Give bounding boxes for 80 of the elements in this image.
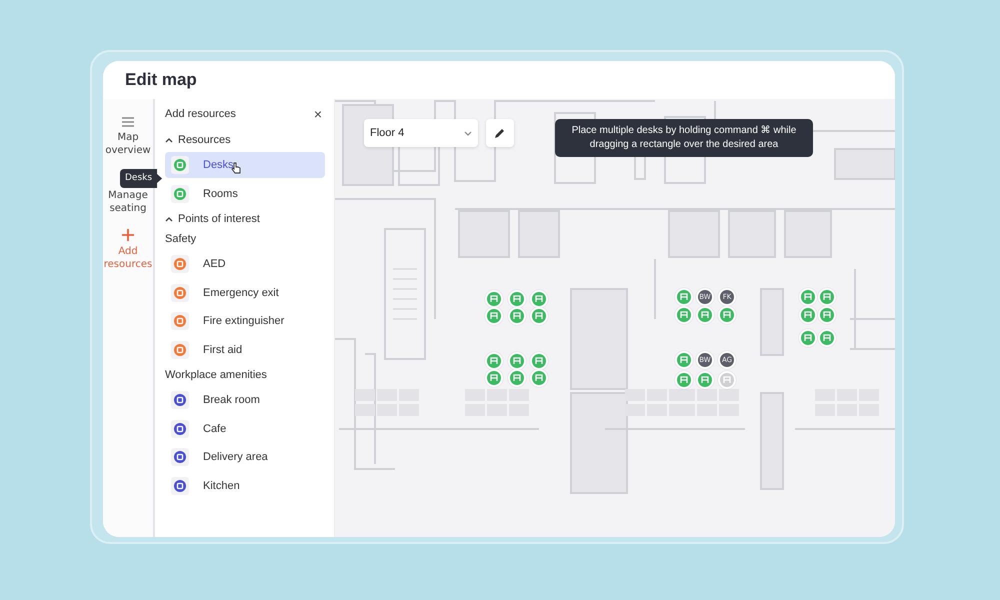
desk-icon: [490, 295, 498, 303]
desk-marker[interactable]: [818, 306, 836, 324]
menu-icon: [122, 117, 134, 127]
resource-item[interactable]: Cafe: [165, 416, 325, 442]
tooltip: Place multiple desks by holding command ⌘ while dragging a rectangle over the desired area: [555, 119, 813, 157]
group-label: Workplace amenities: [165, 368, 268, 383]
desk-marker[interactable]: [818, 329, 836, 347]
desk-icon: [823, 334, 831, 342]
floor-dropdown[interactable]: Floor 4: [364, 119, 478, 147]
desk-marker[interactable]: [718, 306, 736, 324]
desk-icon: [701, 376, 709, 384]
desk-icon: [513, 357, 521, 365]
close-button[interactable]: ×: [312, 106, 324, 122]
desk-marker[interactable]: [530, 352, 548, 370]
desk-icon: [680, 311, 688, 319]
desk-marker[interactable]: [485, 352, 503, 370]
desk-icon: [701, 311, 709, 319]
desk-marker[interactable]: [696, 306, 714, 324]
resource-item[interactable]: First aid: [165, 336, 325, 362]
resource-item[interactable]: Kitchen: [165, 472, 325, 498]
desk-marker[interactable]: [675, 306, 693, 324]
desk-marker[interactable]: [799, 329, 817, 347]
desk-icon: [804, 334, 812, 342]
section-header[interactable]: Resources: [165, 130, 231, 150]
desk-icon: [535, 357, 543, 365]
desk-icon: [680, 376, 688, 384]
nav-item[interactable]: Map overview: [103, 117, 153, 157]
desk-icon: [823, 293, 831, 301]
tooltip: Desks: [120, 169, 162, 188]
desk-icon: [804, 293, 812, 301]
caret-icon: [165, 216, 173, 222]
desk-icon: [535, 374, 543, 382]
desk-marker[interactable]: [485, 307, 503, 325]
desk-marker[interactable]: [508, 369, 526, 387]
resource-item[interactable]: Desks: [165, 152, 325, 178]
desk-icon: [513, 312, 521, 320]
panel-title: Add resources: [165, 108, 236, 120]
caret-icon: [165, 137, 173, 143]
resource-item[interactable]: Emergency exit: [165, 280, 325, 306]
desk-marker[interactable]: [530, 290, 548, 308]
desk-marker[interactable]: [530, 307, 548, 325]
group-label: Safety: [165, 232, 198, 247]
desk-marker[interactable]: [675, 288, 693, 306]
resource-item[interactable]: AED: [165, 251, 325, 277]
desk-marker[interactable]: [818, 288, 836, 306]
desk-marker[interactable]: [696, 371, 714, 389]
desk-icon: [490, 357, 498, 365]
desk-marker[interactable]: [799, 306, 817, 324]
resource-item[interactable]: Break room: [165, 387, 325, 413]
section-header[interactable]: Points of interest: [165, 209, 260, 229]
desk-icon: [680, 356, 688, 364]
desk-marker[interactable]: [530, 369, 548, 387]
desk-marker[interactable]: [718, 371, 736, 389]
desk-marker[interactable]: [675, 371, 693, 389]
resource-item[interactable]: Delivery area: [165, 444, 325, 470]
desk-icon: [804, 311, 812, 319]
desk-marker[interactable]: [485, 290, 503, 308]
edit-button[interactable]: [486, 119, 514, 147]
window-title: Edit map: [125, 70, 197, 90]
resource-item[interactable]: Rooms: [165, 180, 325, 206]
desk-marker[interactable]: [799, 288, 817, 306]
chevron-down-icon: [464, 130, 472, 136]
pencil-icon: [494, 127, 506, 139]
desk-marker[interactable]: [485, 369, 503, 387]
desk-icon: [823, 311, 831, 319]
desk-marker[interactable]: [508, 290, 526, 308]
desk-icon: [490, 374, 498, 382]
desk-icon: [723, 376, 731, 384]
resource-item[interactable]: Fire extinguisher: [165, 308, 325, 334]
desk-marker[interactable]: [508, 307, 526, 325]
desk-icon: [723, 311, 731, 319]
desk-icon: [680, 293, 688, 301]
plus-icon: [122, 229, 134, 241]
desk-icon: [513, 295, 521, 303]
desk-icon: [490, 312, 498, 320]
desk-marker[interactable]: [508, 352, 526, 370]
desk-icon: [513, 374, 521, 382]
desk-icon: [535, 312, 543, 320]
desk-icon: [535, 295, 543, 303]
desk-marker[interactable]: [675, 351, 693, 369]
